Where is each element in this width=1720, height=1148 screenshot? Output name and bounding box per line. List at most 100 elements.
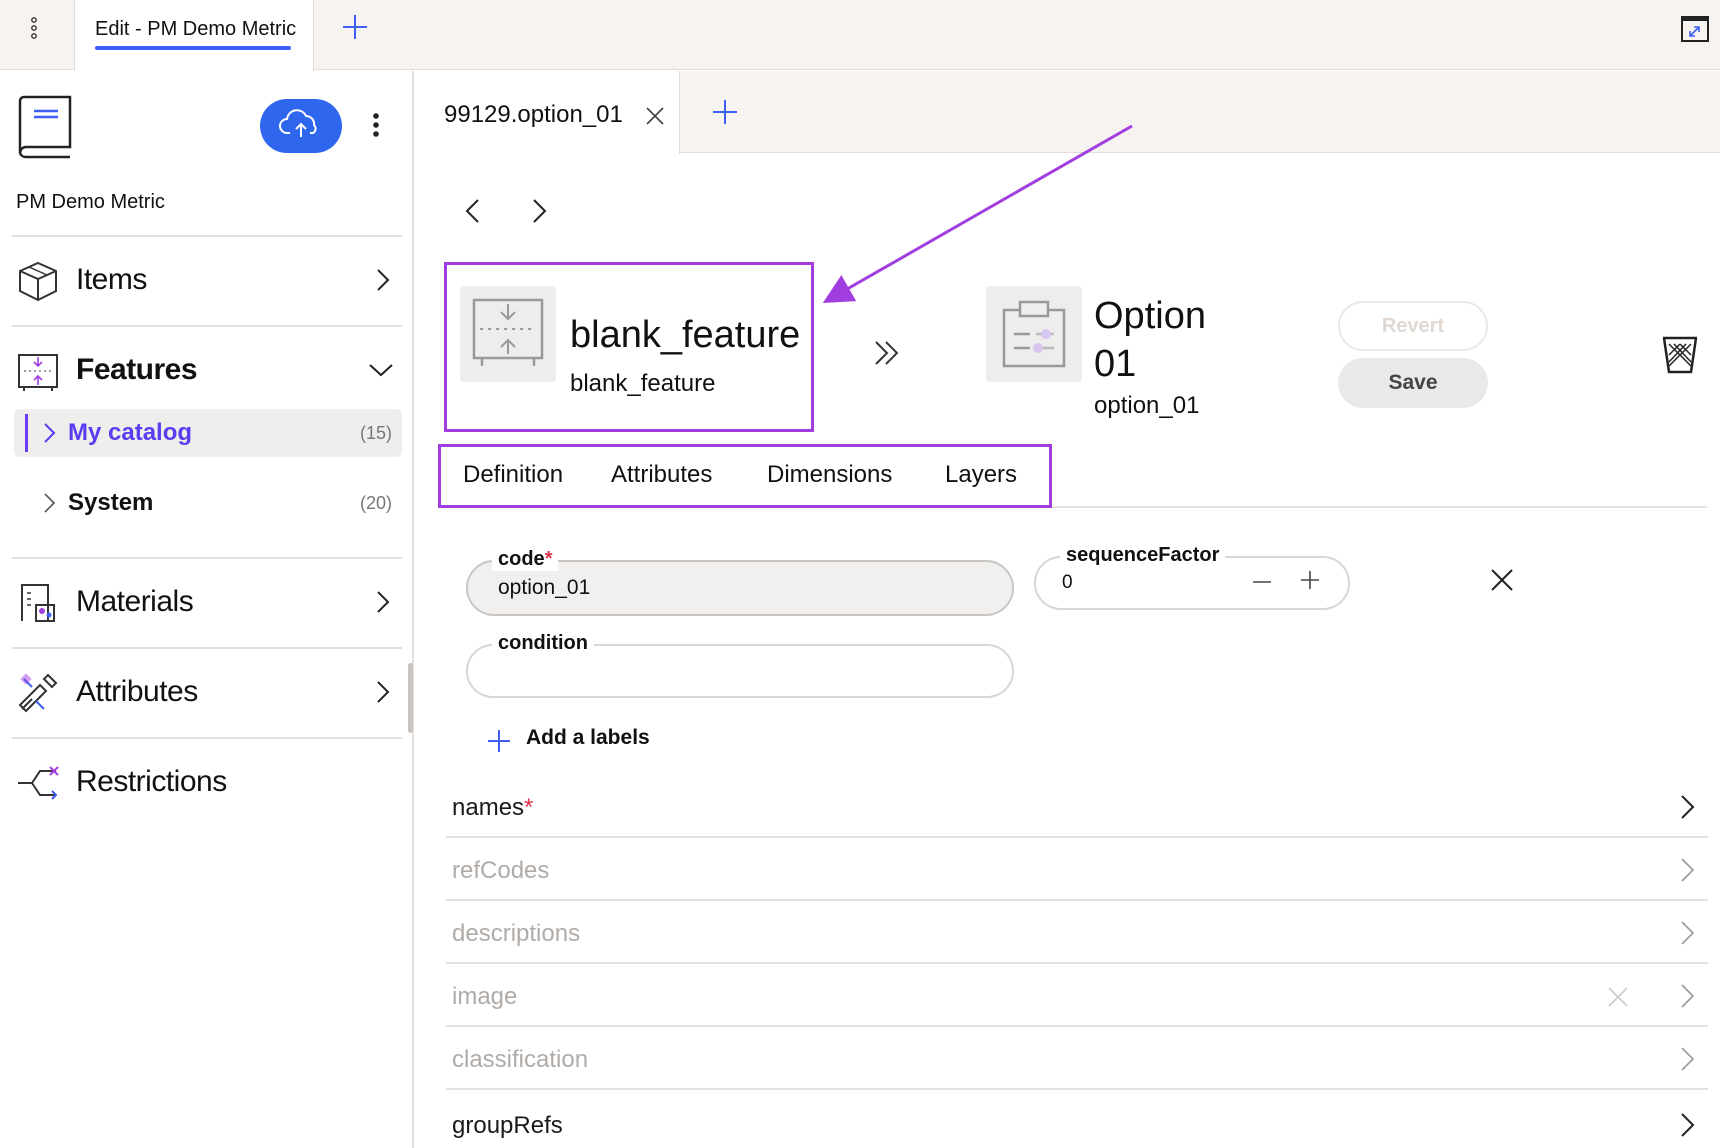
add-document-icon[interactable] bbox=[710, 97, 740, 127]
divider bbox=[12, 647, 402, 649]
tab-attributes[interactable]: Attributes bbox=[611, 461, 712, 489]
my-catalog-label: My catalog bbox=[68, 419, 193, 446]
save-button[interactable]: Save bbox=[1338, 358, 1488, 408]
divider bbox=[446, 1088, 1708, 1090]
chevron-right-icon bbox=[42, 491, 58, 515]
property-row-names[interactable]: names* bbox=[446, 776, 1708, 838]
revert-button[interactable]: Revert bbox=[1338, 301, 1488, 351]
back-arrow-icon[interactable] bbox=[460, 196, 486, 226]
feature-icon bbox=[16, 349, 60, 393]
document-tab-bar: 99129.option_01 bbox=[416, 71, 1720, 154]
property-label: groupRefs bbox=[452, 1112, 563, 1139]
sidebar-item-restrictions[interactable]: Restrictions bbox=[0, 747, 414, 817]
sidebar-item-label: Features bbox=[76, 353, 198, 386]
tabs-highlight-box: Definition Attributes Dimensions Layers bbox=[438, 444, 1052, 508]
sidebar: PM Demo Metric Items Features My catalog… bbox=[0, 71, 414, 1148]
double-chevron-right-icon bbox=[870, 336, 904, 370]
materials-icon bbox=[16, 581, 60, 625]
divider bbox=[12, 325, 402, 327]
chevron-right-icon bbox=[1678, 792, 1698, 822]
property-label: classification bbox=[452, 1046, 589, 1073]
property-label: descriptions bbox=[452, 920, 581, 947]
decrement-icon[interactable] bbox=[1250, 570, 1274, 594]
chevron-right-icon bbox=[370, 265, 394, 295]
chevron-right-icon bbox=[1678, 918, 1698, 948]
sidebar-item-attributes[interactable]: Attributes bbox=[0, 657, 414, 727]
sequence-factor-label: sequenceFactor bbox=[1060, 544, 1226, 567]
divider bbox=[12, 737, 402, 739]
chevron-right-icon bbox=[1678, 855, 1698, 885]
upload-button[interactable] bbox=[260, 99, 342, 153]
chevron-right-icon bbox=[370, 677, 394, 707]
active-tab-indicator bbox=[95, 46, 291, 50]
chevron-right-icon bbox=[370, 587, 394, 617]
sequence-factor-value: 0 bbox=[1062, 572, 1073, 593]
property-label: names* bbox=[452, 794, 534, 821]
tab-layers[interactable]: Layers bbox=[945, 461, 1017, 489]
add-tab-icon[interactable] bbox=[340, 12, 370, 42]
restrictions-icon bbox=[16, 761, 60, 805]
tab-definition[interactable]: Definition bbox=[463, 461, 563, 489]
my-catalog-count: (15) bbox=[359, 423, 392, 443]
close-icon[interactable] bbox=[1488, 566, 1516, 594]
property-row-grouprefs[interactable]: groupRefs bbox=[446, 1094, 1708, 1148]
sidebar-item-label: Attributes bbox=[76, 675, 198, 708]
property-row-classification[interactable]: classification bbox=[446, 1028, 1708, 1090]
sidebar-resize-handle[interactable] bbox=[408, 663, 413, 733]
sidebar-subitem-my-catalog[interactable]: My catalog (15) bbox=[14, 409, 402, 457]
increment-icon[interactable] bbox=[1298, 568, 1322, 592]
close-tab-icon[interactable] bbox=[644, 105, 666, 127]
add-labels-label: Add a labels bbox=[526, 726, 650, 749]
chevron-right-icon bbox=[1678, 981, 1698, 1011]
sidebar-item-label: Items bbox=[76, 263, 147, 296]
property-label: image bbox=[452, 983, 518, 1010]
sidebar-item-materials[interactable]: Materials bbox=[0, 567, 414, 637]
expand-window-icon[interactable] bbox=[1680, 14, 1710, 44]
divider bbox=[12, 235, 402, 237]
window-tab-bar: Edit - PM Demo Metric bbox=[0, 0, 1720, 71]
option-title: Option 01 bbox=[1094, 295, 1206, 385]
forward-arrow-icon[interactable] bbox=[526, 196, 552, 226]
property-row-refcodes[interactable]: refCodes bbox=[446, 839, 1708, 901]
doc-tab-option[interactable]: 99129.option_01 bbox=[416, 71, 680, 154]
catalog-book-icon bbox=[16, 95, 74, 159]
property-row-descriptions[interactable]: descriptions bbox=[446, 902, 1708, 964]
trash-icon[interactable] bbox=[1660, 332, 1700, 376]
plus-icon bbox=[486, 728, 512, 754]
feature-highlight-box bbox=[444, 262, 814, 432]
property-row-image[interactable]: image bbox=[446, 965, 1708, 1027]
code-label: code* bbox=[492, 548, 559, 571]
chevron-right-icon bbox=[1678, 1044, 1698, 1074]
clear-icon[interactable] bbox=[1606, 985, 1630, 1009]
more-options-icon[interactable] bbox=[364, 109, 388, 141]
doc-tab-label: 99129.option_01 bbox=[444, 101, 623, 128]
tab-edit[interactable]: Edit - PM Demo Metric bbox=[74, 0, 314, 71]
system-count: (20) bbox=[359, 493, 392, 513]
divider bbox=[446, 962, 1708, 964]
sidebar-item-label: Restrictions bbox=[76, 765, 227, 798]
property-label: refCodes bbox=[452, 857, 550, 884]
add-labels-button[interactable]: Add a labels bbox=[486, 726, 686, 756]
chevron-right-icon bbox=[1678, 1110, 1698, 1140]
sidebar-item-features[interactable]: Features bbox=[0, 335, 414, 405]
chevron-right-icon bbox=[42, 421, 58, 445]
sidebar-item-label: Materials bbox=[76, 585, 194, 618]
app-menu-icon[interactable] bbox=[22, 14, 46, 44]
attributes-icon bbox=[16, 671, 60, 715]
tabs-divider bbox=[1052, 506, 1707, 508]
tab-edit-label: Edit - PM Demo Metric bbox=[95, 18, 297, 40]
divider bbox=[12, 557, 402, 559]
active-indicator bbox=[25, 414, 28, 452]
system-label: System bbox=[68, 489, 154, 516]
sidebar-subitem-system[interactable]: System (20) bbox=[14, 479, 402, 527]
divider bbox=[446, 836, 1708, 838]
chevron-down-icon bbox=[366, 355, 393, 385]
project-name: PM Demo Metric bbox=[16, 191, 165, 213]
code-value: option_01 bbox=[498, 576, 591, 599]
divider bbox=[446, 899, 1708, 901]
tab-dimensions[interactable]: Dimensions bbox=[767, 461, 892, 489]
divider bbox=[446, 1025, 1708, 1027]
box-icon bbox=[16, 259, 60, 303]
option-code: option_01 bbox=[1094, 392, 1200, 419]
sidebar-item-items[interactable]: Items bbox=[0, 245, 414, 315]
